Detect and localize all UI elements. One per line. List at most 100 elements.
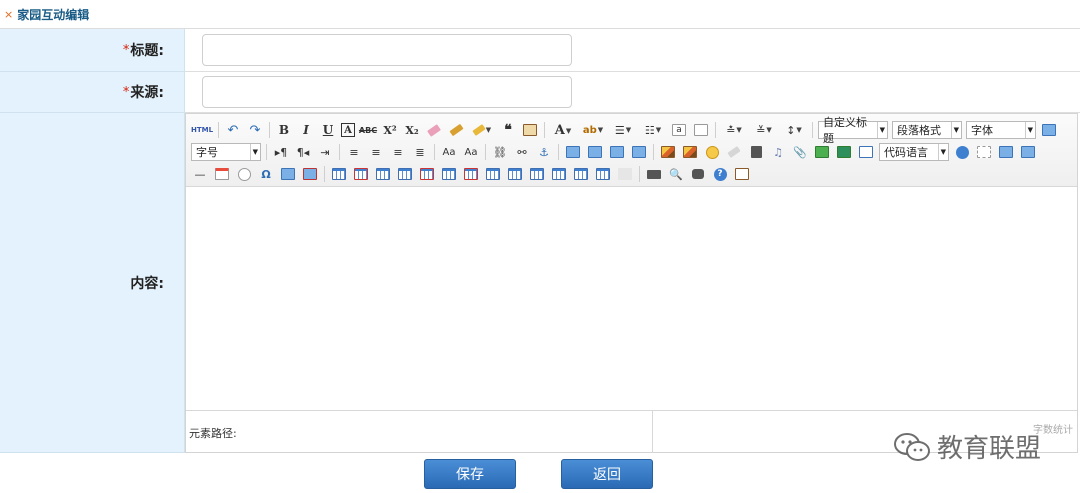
insert-date-icon[interactable]: [213, 165, 231, 183]
format-brush-icon[interactable]: [447, 121, 465, 139]
toolbar-divider: [544, 122, 545, 138]
snapscreen-icon[interactable]: [279, 165, 297, 183]
indent-icon[interactable]: ⇥: [316, 143, 334, 161]
emotion-icon[interactable]: [703, 143, 721, 161]
font-family-select[interactable]: 字体 ▼: [966, 121, 1036, 139]
chart-icon[interactable]: [616, 165, 634, 183]
image-left-icon[interactable]: [586, 143, 604, 161]
custom-heading-select[interactable]: 自定义标题 ▼: [818, 116, 888, 145]
preview-icon[interactable]: 🔍: [667, 165, 685, 183]
special-char-button[interactable]: Ω: [257, 165, 275, 183]
font-size-select[interactable]: 字号 ▼: [191, 143, 261, 161]
align-left-icon[interactable]: ≡: [345, 143, 363, 161]
eraser-icon[interactable]: [425, 121, 443, 139]
toolbar-divider: [269, 122, 270, 138]
delete-row-icon[interactable]: [418, 165, 436, 183]
rich-text-editor: HTML ↶ ↷ B I U A ABC X² X₂ ▼ ❝ A ▼ ab ▼ ☰ ▼…: [185, 113, 1078, 453]
superscript-button[interactable]: X²: [381, 121, 399, 139]
wordimage-icon[interactable]: [301, 165, 319, 183]
editor-content-area[interactable]: [186, 188, 1077, 410]
template-icon[interactable]: [997, 143, 1015, 161]
clear-document-icon[interactable]: [692, 121, 710, 139]
toolbar-divider: [558, 144, 559, 160]
merge-cells-icon[interactable]: [484, 165, 502, 183]
attachment-icon[interactable]: 📎: [791, 143, 809, 161]
insert-image-icon[interactable]: [659, 143, 677, 161]
drafts-icon[interactable]: [733, 165, 751, 183]
image-none-icon[interactable]: [564, 143, 582, 161]
italic-button[interactable]: I: [297, 121, 315, 139]
insert-time-icon[interactable]: [235, 165, 253, 183]
delete-table-icon[interactable]: [352, 165, 370, 183]
horizontal-rule-icon[interactable]: —: [191, 165, 209, 183]
subscript-button[interactable]: X₂: [403, 121, 421, 139]
gmap-icon[interactable]: [835, 143, 853, 161]
row-spacing-bottom-icon[interactable]: ≚ ▼: [751, 121, 777, 139]
select-all-icon[interactable]: a: [670, 121, 688, 139]
blockquote-button[interactable]: ❝: [499, 121, 517, 139]
align-right-icon[interactable]: ≡: [389, 143, 407, 161]
print-icon[interactable]: [645, 165, 663, 183]
fullscreen-icon[interactable]: [1040, 121, 1058, 139]
insert-paragraph-before-table-icon[interactable]: [374, 165, 392, 183]
insert-row-icon[interactable]: [396, 165, 414, 183]
image-center-icon[interactable]: [630, 143, 648, 161]
insert-col-icon[interactable]: [440, 165, 458, 183]
unlink-icon[interactable]: ⚯: [513, 143, 531, 161]
code-language-select[interactable]: 代码语言 ▼: [879, 143, 949, 161]
font-border-button[interactable]: A: [341, 123, 355, 137]
web-app-icon[interactable]: [953, 143, 971, 161]
multi-image-icon[interactable]: [681, 143, 699, 161]
paste-plain-icon[interactable]: [521, 121, 539, 139]
font-size-value: 字号: [196, 146, 218, 159]
split-to-cols-icon[interactable]: [594, 165, 612, 183]
unordered-list-icon[interactable]: ☷ ▼: [640, 121, 666, 139]
font-color-button[interactable]: A ▼: [550, 121, 576, 139]
align-justify-icon[interactable]: ≣: [411, 143, 429, 161]
music-icon[interactable]: ♫: [769, 143, 787, 161]
merge-down-icon[interactable]: [528, 165, 546, 183]
toolbar-divider: [639, 166, 640, 182]
back-button[interactable]: 返回: [561, 459, 653, 489]
direction-rtl-icon[interactable]: ¶◂: [294, 143, 312, 161]
to-uppercase-icon[interactable]: Aa: [440, 143, 458, 161]
split-to-rows-icon[interactable]: [572, 165, 590, 183]
image-right-icon[interactable]: [608, 143, 626, 161]
redo-icon[interactable]: ↷: [246, 121, 264, 139]
paragraph-format-value: 段落格式: [897, 124, 941, 137]
background-icon[interactable]: [1019, 143, 1037, 161]
scrawl-icon[interactable]: [725, 143, 743, 161]
split-to-cells-icon[interactable]: [550, 165, 568, 183]
search-replace-icon[interactable]: [689, 165, 707, 183]
help-icon[interactable]: ?: [711, 165, 729, 183]
toolbar-divider: [434, 144, 435, 160]
merge-right-icon[interactable]: [506, 165, 524, 183]
save-button[interactable]: 保存: [424, 459, 516, 489]
page-break-icon[interactable]: [975, 143, 993, 161]
direction-ltr-icon[interactable]: ▸¶: [272, 143, 290, 161]
toolbar-divider: [485, 144, 486, 160]
undo-icon[interactable]: ↶: [224, 121, 242, 139]
title-input[interactable]: [202, 34, 572, 66]
align-center-icon[interactable]: ≡: [367, 143, 385, 161]
source-label: 来源:: [130, 85, 164, 101]
background-color-button[interactable]: ab ▼: [580, 121, 606, 139]
source-input[interactable]: [202, 76, 572, 108]
line-height-icon[interactable]: ↕ ▼: [781, 121, 807, 139]
delete-col-icon[interactable]: [462, 165, 480, 183]
html-source-button[interactable]: HTML: [191, 121, 213, 139]
bold-button[interactable]: B: [275, 121, 293, 139]
insert-table-icon[interactable]: [330, 165, 348, 183]
anchor-icon[interactable]: ⚓: [535, 143, 553, 161]
underline-button[interactable]: U: [319, 121, 337, 139]
to-lowercase-icon[interactable]: Aa: [462, 143, 480, 161]
auto-format-icon[interactable]: ▼: [469, 121, 495, 139]
ordered-list-icon[interactable]: ☰ ▼: [610, 121, 636, 139]
link-icon[interactable]: ⛓: [491, 143, 509, 161]
insert-video-icon[interactable]: [747, 143, 765, 161]
insert-frame-icon[interactable]: [857, 143, 875, 161]
map-icon[interactable]: [813, 143, 831, 161]
paragraph-format-select[interactable]: 段落格式 ▼: [892, 121, 962, 139]
strikethrough-button[interactable]: ABC: [359, 121, 377, 139]
row-spacing-top-icon[interactable]: ≛ ▼: [721, 121, 747, 139]
